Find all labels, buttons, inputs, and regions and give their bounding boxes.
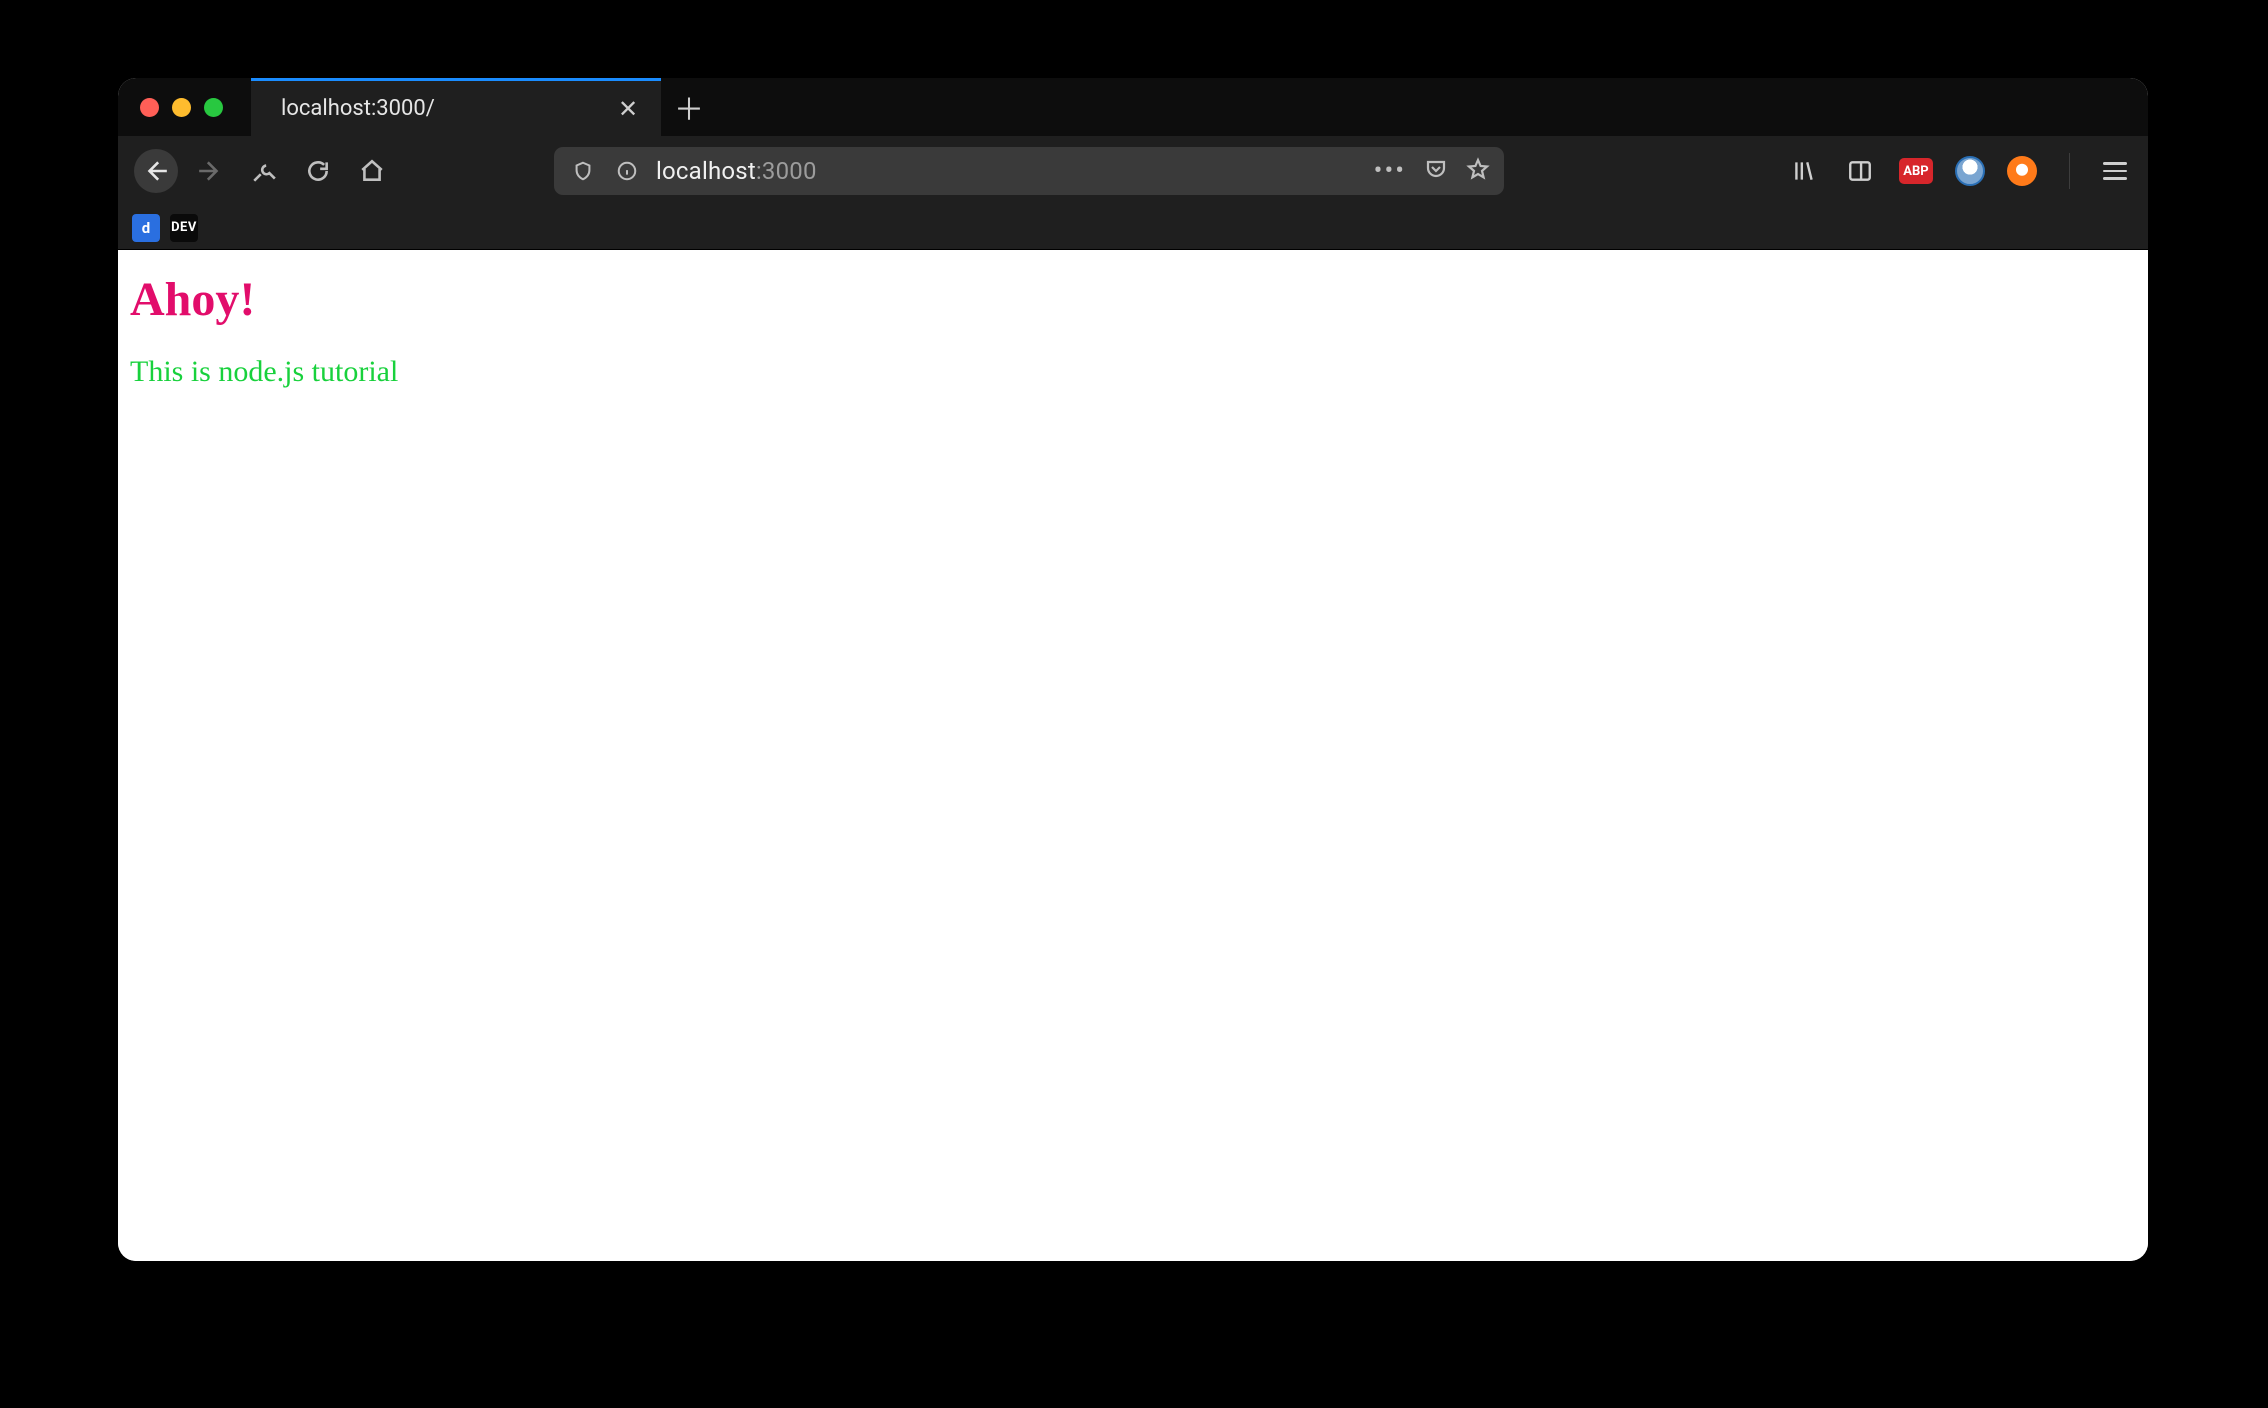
site-info-icon[interactable] [612,156,642,186]
adblock-plus-icon[interactable]: ABP [1899,158,1933,184]
window-close-button[interactable] [140,98,159,117]
arrow-right-icon [197,158,223,184]
browser-tab[interactable]: localhost:3000/ ✕ [251,78,661,136]
toolbar-separator [2069,153,2070,189]
profile-avatar-icon[interactable] [1955,156,1985,186]
tracking-protection-icon[interactable] [568,156,598,186]
address-bar[interactable]: localhost:3000 ••• [554,147,1504,195]
arrow-left-icon [143,158,169,184]
bookmark-item-devto[interactable]: DEV [170,214,198,242]
duckduckgo-icon[interactable] [2007,156,2037,186]
menu-button[interactable] [2098,154,2132,188]
url-host: localhost [656,157,756,185]
tab-strip: localhost:3000/ ✕ ＋ [118,78,2148,136]
window-controls [118,78,251,136]
tab-title: localhost:3000/ [281,96,601,121]
sidebar-icon[interactable] [1843,154,1877,188]
new-tab-button[interactable]: ＋ [661,78,717,136]
bookmarks-bar: d DEV [118,206,2148,250]
pocket-icon[interactable] [1424,157,1448,185]
dev-tools-button[interactable] [242,149,286,193]
toolbar-right: ABP [1787,153,2132,189]
reload-button[interactable] [296,149,340,193]
close-tab-icon[interactable]: ✕ [615,97,641,121]
browser-window: localhost:3000/ ✕ ＋ [118,78,2148,1261]
home-icon [359,158,385,184]
navigation-bar: localhost:3000 ••• ABP [118,136,2148,206]
url-text: localhost:3000 [656,157,1360,185]
forward-button[interactable] [188,149,232,193]
page-actions-icon[interactable]: ••• [1374,156,1406,186]
page-paragraph: This is node.js tutorial [130,355,2136,389]
back-button[interactable] [134,149,178,193]
reload-icon [305,158,331,184]
page-heading: Ahoy! [130,272,2136,327]
home-button[interactable] [350,149,394,193]
bookmark-star-icon[interactable] [1466,157,1490,185]
page-viewport: Ahoy! This is node.js tutorial [118,250,2148,1261]
window-maximize-button[interactable] [204,98,223,117]
wrench-icon [251,158,277,184]
bookmark-item-1[interactable]: d [132,214,160,242]
url-port: :3000 [756,157,817,185]
library-icon[interactable] [1787,154,1821,188]
window-minimize-button[interactable] [172,98,191,117]
